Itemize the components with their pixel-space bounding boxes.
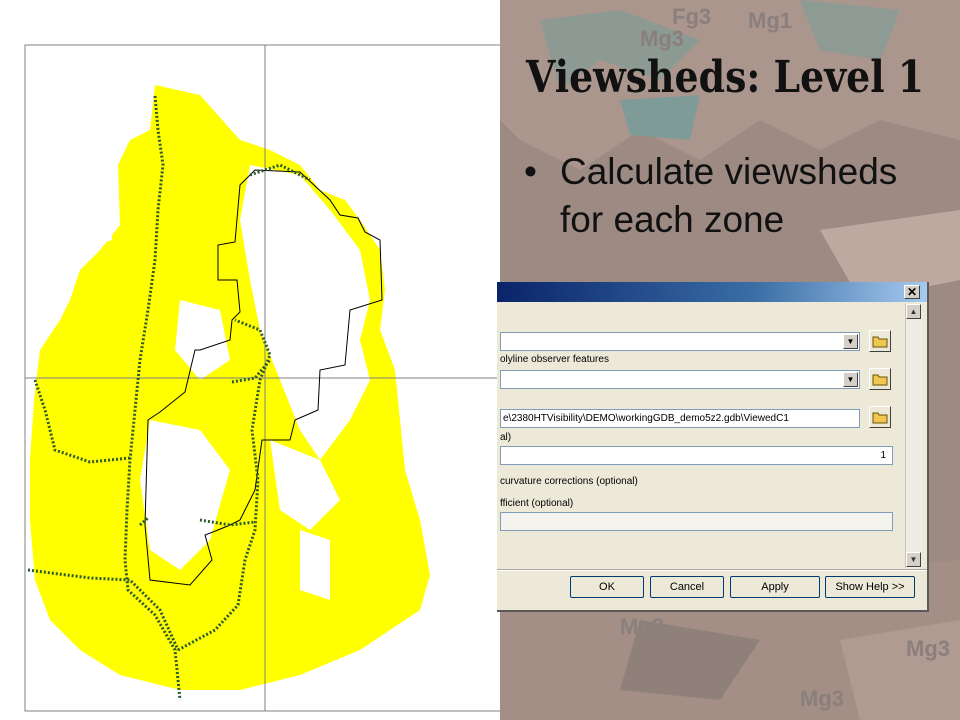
map-label-mg1: Mg1 (748, 8, 792, 33)
observer-features-label: olyline observer features (500, 354, 609, 365)
dialog-titlebar[interactable]: ✕ (497, 282, 927, 302)
map-label-mg3-top: Mg3 (640, 26, 684, 51)
observer-features-browse-button[interactable] (869, 368, 891, 390)
viewshed-map (0, 0, 500, 720)
curvature-corrections-label: curvature corrections (optional) (500, 476, 638, 487)
ok-button[interactable]: OK (570, 576, 644, 598)
z-factor-value: 1 (880, 450, 886, 461)
observer-features-dropdown[interactable]: ▼ (843, 372, 858, 387)
bullet-marker: • (524, 151, 537, 192)
apply-button[interactable]: Apply (730, 576, 820, 598)
input-raster-browse-button[interactable] (869, 330, 891, 352)
viewshed-tool-dialog: ✕ ▼ olyline observer features ▼ e\2380HT… (497, 282, 929, 612)
folder-icon (872, 336, 888, 348)
refractivity-coefficient-field[interactable] (500, 512, 893, 531)
z-factor-field[interactable]: 1 (500, 446, 893, 465)
scroll-up-button[interactable]: ▲ (906, 304, 921, 319)
show-help-button[interactable]: Show Help >> (825, 576, 915, 598)
folder-icon (872, 374, 888, 386)
slide-title: Viewsheds: Level 1 (526, 52, 925, 103)
z-factor-label: al) (500, 432, 512, 443)
folder-icon (872, 412, 888, 424)
map-label-mg3-bottom-right: Mg3 (800, 686, 844, 711)
refractivity-coefficient-label: fficient (optional) (500, 498, 574, 509)
map-label-mg3-right: Mg3 (906, 636, 950, 661)
scroll-down-button[interactable]: ▼ (906, 552, 921, 567)
bullet-clip: • Calculate viewsheds for each zone (524, 148, 954, 282)
dialog-scrollbar[interactable]: ▲ ▼ (905, 304, 922, 568)
close-button[interactable]: ✕ (904, 285, 920, 299)
button-separator (497, 569, 927, 571)
map-label-mg3-bottom-left: Mg3 (620, 614, 664, 639)
bullet-text: Calculate viewsheds for each zone (560, 151, 898, 240)
cancel-button[interactable]: Cancel (650, 576, 724, 598)
input-raster-dropdown[interactable]: ▼ (843, 334, 858, 349)
output-raster-browse-button[interactable] (869, 406, 891, 428)
observer-features-field[interactable] (500, 370, 860, 389)
input-raster-field[interactable] (500, 332, 860, 351)
output-raster-field[interactable]: e\2380HTVisibility\DEMO\workingGDB_demo5… (500, 409, 860, 428)
